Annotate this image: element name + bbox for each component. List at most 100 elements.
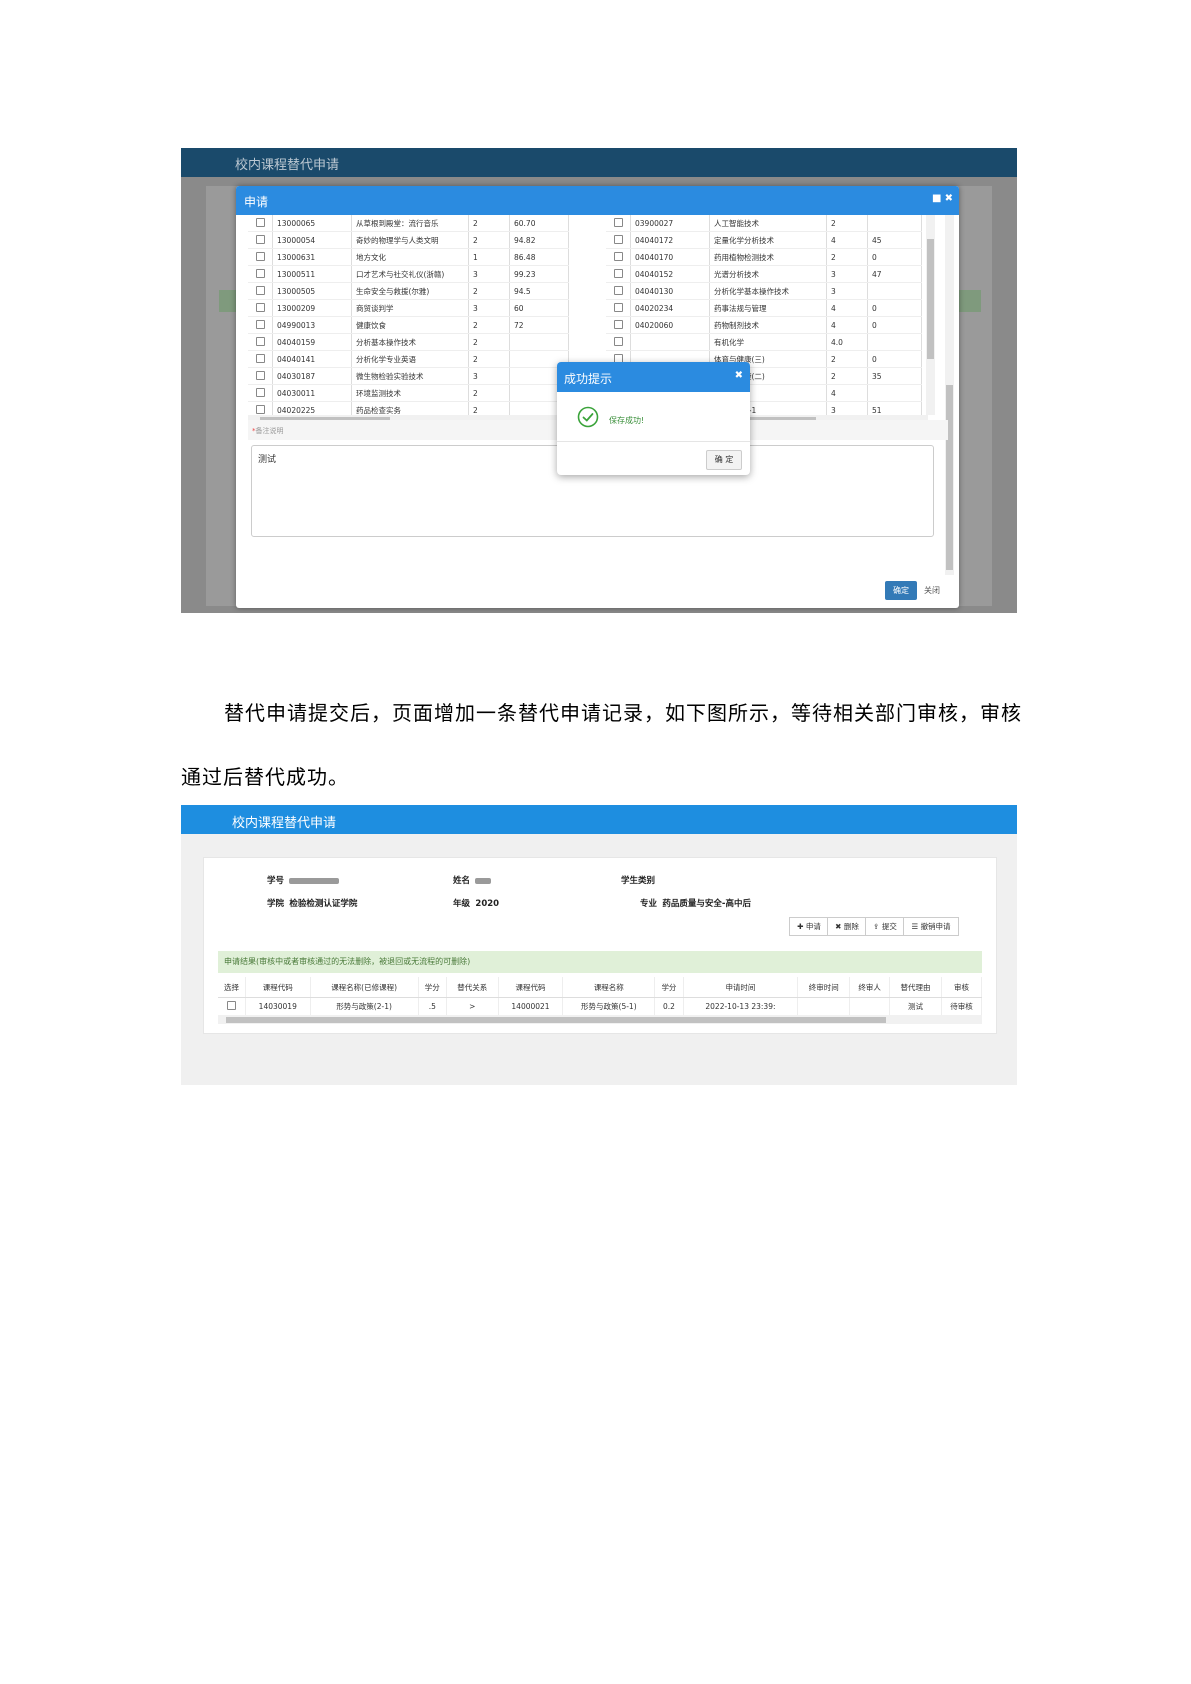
row-select-cell[interactable]: [606, 282, 631, 300]
row-checkbox[interactable]: [255, 336, 265, 346]
row-select-cell[interactable]: [248, 231, 273, 249]
row-checkbox[interactable]: [613, 234, 623, 244]
modal-vscrollbar[interactable]: [945, 215, 954, 575]
row-select-cell[interactable]: [248, 215, 273, 232]
column-header[interactable]: 终审时间: [797, 977, 851, 998]
row-checkbox[interactable]: [255, 251, 265, 261]
row-checkbox[interactable]: [613, 336, 623, 346]
row-checkbox[interactable]: [613, 251, 623, 261]
row-select-cell[interactable]: [248, 316, 273, 334]
row-checkbox[interactable]: [255, 387, 265, 397]
column-header[interactable]: 替代理由: [889, 977, 942, 998]
table-cell[interactable]: 14000021: [498, 997, 564, 1016]
row-select-cell[interactable]: [248, 248, 273, 266]
course-name-cell: 药用植物检测技术: [709, 248, 827, 266]
row-checkbox[interactable]: [613, 302, 623, 312]
column-header[interactable]: 学分: [418, 977, 447, 998]
modal-confirm-button[interactable]: 确定: [885, 581, 917, 600]
column-header[interactable]: 审核: [941, 977, 983, 998]
row-checkbox[interactable]: [255, 319, 265, 329]
course-row[interactable]: 04020225 药品检查实务 2: [248, 401, 569, 415]
row-select-cell[interactable]: [248, 350, 273, 368]
course-row[interactable]: 03900027 人工智能技术 2: [606, 215, 922, 232]
row-checkbox[interactable]: [613, 268, 623, 278]
row-checkbox[interactable]: [255, 353, 265, 363]
course-row[interactable]: 04040130 分析化学基本操作技术 3: [606, 282, 922, 300]
row-checkbox[interactable]: [255, 217, 265, 227]
course-row[interactable]: 13000065 从草根到殿堂：流行音乐 2 60.70: [248, 215, 569, 232]
row-checkbox[interactable]: [255, 234, 265, 244]
table-row[interactable]: 14030019 形势与政策(2-1) .5 >14000021 形势与政策(5-1) 0…: [218, 997, 983, 1016]
table-hscroll-thumb[interactable]: [226, 1017, 886, 1023]
course-row[interactable]: 04030187 微生物检验实验技术 3: [248, 367, 569, 385]
course-row[interactable]: 04040159 分析基本操作技术 2: [248, 333, 569, 351]
right-grid-vscrollbar[interactable]: [926, 215, 935, 415]
column-header[interactable]: 课程名称(已修课程): [310, 977, 419, 998]
row-select-cell[interactable]: [248, 367, 273, 385]
row-select-cell[interactable]: [606, 248, 631, 266]
right-grid-vscroll-thumb[interactable]: [927, 239, 934, 359]
course-row[interactable]: 04040152 光谱分析技术 3 47: [606, 265, 922, 283]
course-row[interactable]: 13000505 生命安全与救援(尔雅) 2 94.5: [248, 282, 569, 300]
column-header[interactable]: 申请时间: [683, 977, 799, 998]
course-row[interactable]: 04020060 药物制剂技术 4 0: [606, 316, 922, 334]
course-row[interactable]: 13000209 商贸谈判学 3 60: [248, 299, 569, 317]
submit-button[interactable]: ⇪ 提交: [865, 917, 905, 936]
revoke-button[interactable]: ☰ 撤销申请: [903, 917, 959, 936]
row-select-cell[interactable]: [606, 265, 631, 283]
success-ok-button[interactable]: 确 定: [706, 450, 742, 470]
course-credit-cell: 4: [826, 299, 868, 317]
row-checkbox[interactable]: [226, 1001, 236, 1010]
column-header[interactable]: 课程代码: [245, 977, 311, 998]
modal-close-button[interactable]: 关闭: [924, 585, 940, 596]
row-select-cell[interactable]: [606, 333, 631, 351]
delete-button[interactable]: ✖ 删除: [827, 917, 867, 936]
course-row[interactable]: 04030011 环境监测技术 2: [248, 384, 569, 402]
course-row[interactable]: 04020234 药事法规与管理 4 0: [606, 299, 922, 317]
row-checkbox[interactable]: [255, 404, 265, 414]
row-checkbox[interactable]: [255, 302, 265, 312]
course-row[interactable]: 04040170 药用植物检测技术 2 0: [606, 248, 922, 266]
row-select-cell[interactable]: [248, 401, 273, 415]
row-select-cell[interactable]: [248, 265, 273, 283]
course-row[interactable]: 04990013 健康饮食 2 72: [248, 316, 569, 334]
column-header[interactable]: 终审人: [849, 977, 891, 998]
row-select-cell[interactable]: [218, 997, 246, 1016]
apply-button[interactable]: ✚ 申请: [789, 917, 829, 936]
course-credit-cell: 2: [468, 316, 510, 334]
column-header[interactable]: 学分: [654, 977, 684, 998]
close-icon[interactable]: ✖: [735, 370, 743, 381]
column-header[interactable]: 选择: [218, 977, 246, 998]
row-checkbox[interactable]: [613, 285, 623, 295]
table-hscrollbar[interactable]: [218, 1015, 982, 1024]
course-row[interactable]: 有机化学 4.0: [606, 333, 922, 351]
course-row[interactable]: 13000054 奇妙的物理学与人类文明 2 94.82: [248, 231, 569, 249]
row-checkbox[interactable]: [613, 217, 623, 227]
row-select-cell[interactable]: [248, 299, 273, 317]
row-checkbox[interactable]: [255, 285, 265, 295]
row-checkbox[interactable]: [255, 268, 265, 278]
modal-vscroll-thumb[interactable]: [946, 385, 953, 570]
row-select-cell[interactable]: [248, 282, 273, 300]
column-header[interactable]: 替代关系: [446, 977, 499, 998]
row-select-cell[interactable]: [606, 299, 631, 317]
row-select-cell[interactable]: [248, 384, 273, 402]
row-select-cell[interactable]: [248, 333, 273, 351]
course-row[interactable]: 13000511 口才艺术与社交礼仪(浙赣) 3 99.23: [248, 265, 569, 283]
row-checkbox[interactable]: [255, 370, 265, 380]
row-select-cell[interactable]: [606, 316, 631, 334]
modal-window-controls[interactable]: ■ ✖: [932, 193, 953, 204]
row-select-cell[interactable]: [606, 215, 631, 232]
remark-label: *备注说明: [252, 427, 284, 435]
redacted-value: [475, 877, 492, 884]
table-cell[interactable]: 14030019: [245, 997, 311, 1016]
course-row[interactable]: 04040172 定量化学分析技术 4 45: [606, 231, 922, 249]
course-credit-cell: 2: [468, 401, 510, 415]
course-row[interactable]: 13000631 地方文化 1 86.48: [248, 248, 569, 266]
row-select-cell[interactable]: [606, 231, 631, 249]
redacted-value: [289, 877, 340, 884]
column-header[interactable]: 课程代码: [498, 977, 564, 998]
row-checkbox[interactable]: [613, 319, 623, 329]
column-header[interactable]: 课程名称: [562, 977, 656, 998]
course-row[interactable]: 04040141 分析化学专业英语 2: [248, 350, 569, 368]
